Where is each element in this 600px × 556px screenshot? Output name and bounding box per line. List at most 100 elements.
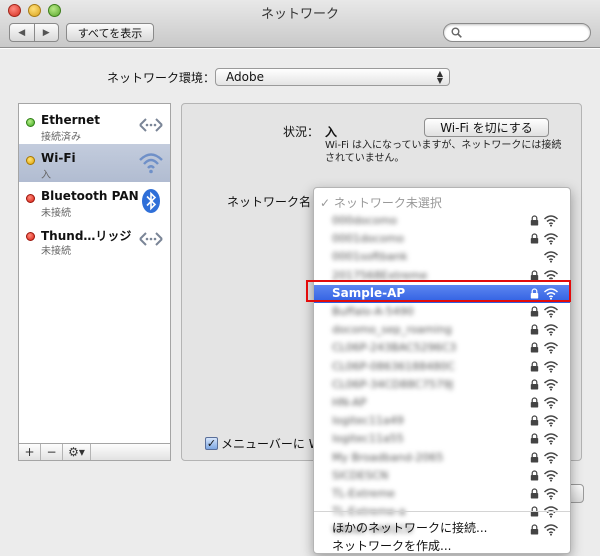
service-name: Wi-Fi [41, 151, 76, 165]
network-item[interactable]: Buffalo-A-5490 [314, 303, 570, 321]
wifi-signal-icon [543, 488, 559, 500]
network-ssid: 0001docomo [332, 232, 404, 246]
status-label: 状況： [283, 125, 320, 139]
network-item[interactable]: CL06P-243BAC5296C3 [314, 339, 570, 357]
network-ssid: CL06P-243BAC5296C3 [332, 341, 457, 355]
title-bar: ネットワーク ◀ ▶ すべてを表示 [0, 0, 600, 48]
wifi-signal-icon [543, 379, 559, 391]
menu-separator [314, 511, 570, 512]
service-status: 入 [41, 170, 51, 181]
show-in-menubar-label: メニューバーに W [221, 437, 321, 451]
lock-icon [530, 270, 539, 281]
network-ssid: SICDESCN [332, 468, 389, 482]
lock-icon [530, 470, 539, 481]
network-ssid: CL06P-34CD88C7579J [332, 377, 454, 391]
network-ssid: CL06P-08636188480C [332, 359, 455, 373]
status-indicator-red [26, 232, 35, 241]
no-network-selected-item[interactable]: ✓ ネットワーク未選択 [320, 194, 442, 211]
show-all-button[interactable]: すべてを表示 [66, 23, 154, 42]
service-wifi[interactable]: Wi-Fi 入 [19, 144, 170, 182]
show-in-menubar-checkbox[interactable]: ✓ [205, 437, 218, 450]
status-value: 入 [325, 125, 338, 139]
network-ssid: docomo_sep_roaming [332, 323, 452, 337]
lock-icon [530, 306, 539, 317]
lock-icon [530, 397, 539, 408]
wifi-signal-icon [543, 524, 559, 536]
service-name: Bluetooth PAN [41, 189, 139, 203]
location-select[interactable]: Adobe ▲ ▼ [215, 68, 450, 86]
bluetooth-icon [142, 189, 160, 213]
thunderbolt-bridge-icon [139, 232, 163, 246]
network-ssid: 0001softbank [332, 250, 408, 264]
status-indicator-amber [26, 156, 35, 165]
wifi-signal-icon [543, 470, 559, 482]
wifi-signal-icon [543, 342, 559, 354]
service-list: Ethernet 接続済み Wi-Fi 入 Bluetooth PAN 未接続 … [18, 103, 171, 444]
service-status: 未接続 [41, 246, 71, 257]
wifi-signal-icon [543, 233, 559, 245]
wifi-signal-icon [543, 324, 559, 336]
window-title: ネットワーク [260, 7, 339, 22]
create-network-item[interactable]: ネットワークを作成... [332, 537, 451, 554]
gear-menu-button[interactable]: ⚙▾ [63, 444, 91, 460]
lock-icon [530, 215, 539, 226]
network-item[interactable]: HN-AP [314, 394, 570, 412]
wifi-signal-icon [543, 215, 559, 227]
service-list-toolbar: + − ⚙▾ [18, 444, 171, 461]
network-ssid: TL-Extreme [332, 487, 395, 500]
lock-icon [530, 452, 539, 463]
service-bluetooth-pan[interactable]: Bluetooth PAN 未接続 [19, 182, 170, 220]
network-item[interactable]: 0001softbank [314, 248, 570, 266]
service-thunderbolt-bridge[interactable]: Thund…リッジ 未接続 [19, 220, 170, 258]
network-ssid: logitec11a55 [332, 432, 404, 446]
status-description: Wi-Fi は入になっていますが、ネットワークには接続されていません。 [325, 140, 562, 164]
network-item[interactable]: logitec11a49 [314, 412, 570, 430]
network-ssid: HN-AP [332, 396, 367, 409]
back-button[interactable]: ◀ [10, 24, 34, 41]
join-other-network-item[interactable]: ほかのネットワークに接続... [332, 519, 487, 536]
turn-wifi-off-button[interactable]: Wi-Fi を切にする [424, 118, 549, 137]
add-service-button[interactable]: + [19, 444, 41, 460]
network-item[interactable]: 0001docomo [314, 230, 570, 248]
location-label: ネットワーク環境： [107, 71, 216, 85]
lock-icon [530, 342, 539, 353]
wifi-signal-icon [543, 360, 559, 373]
show-in-menubar-row: ✓ メニューバーに W [205, 435, 321, 452]
network-name-menu: ✓ ネットワーク未選択 000docomo 0001docomo 0001softb… [313, 187, 571, 554]
wifi-signal-icon [543, 433, 559, 445]
lock-icon [530, 361, 539, 372]
network-item[interactable]: TL-Extreme [314, 485, 570, 503]
network-item[interactable]: SICDESCN [314, 467, 570, 485]
status-indicator-red [26, 194, 35, 203]
network-item[interactable]: My Broadband-2065 [314, 449, 570, 467]
highlight-annotation-box [306, 280, 571, 302]
network-item[interactable]: logitec11a55 [314, 430, 570, 448]
network-item[interactable]: CL06P-34CD88C7579J [314, 376, 570, 394]
lock-icon [530, 415, 539, 426]
service-status: 未接続 [41, 208, 71, 219]
service-ethernet[interactable]: Ethernet 接続済み [19, 106, 170, 144]
lock-icon [530, 524, 539, 535]
search-icon [451, 27, 462, 38]
wifi-signal-icon [543, 397, 559, 409]
wifi-signal-icon [543, 451, 559, 464]
network-ssid: logitec11a49 [332, 414, 404, 428]
remove-service-button[interactable]: − [41, 444, 63, 460]
service-name: Ethernet [41, 113, 100, 127]
network-ssid: Buffalo-A-5490 [332, 305, 414, 318]
network-ssid: 000docomo [332, 214, 397, 227]
lock-icon [530, 488, 539, 499]
service-status: 接続済み [41, 132, 81, 143]
lock-icon [530, 433, 539, 444]
network-item[interactable]: docomo_sep_roaming [314, 321, 570, 339]
network-item[interactable]: 000docomo [314, 212, 570, 230]
ethernet-icon [139, 118, 163, 132]
search-field[interactable] [443, 23, 591, 42]
forward-button[interactable]: ▶ [33, 24, 59, 41]
network-item[interactable]: CL06P-08636188480C [314, 358, 570, 376]
lock-icon [530, 324, 539, 335]
back-forward-control: ◀ ▶ [9, 23, 59, 42]
wifi-signal-icon [543, 251, 559, 263]
wifi-icon [139, 153, 163, 174]
wifi-signal-icon [543, 415, 559, 427]
